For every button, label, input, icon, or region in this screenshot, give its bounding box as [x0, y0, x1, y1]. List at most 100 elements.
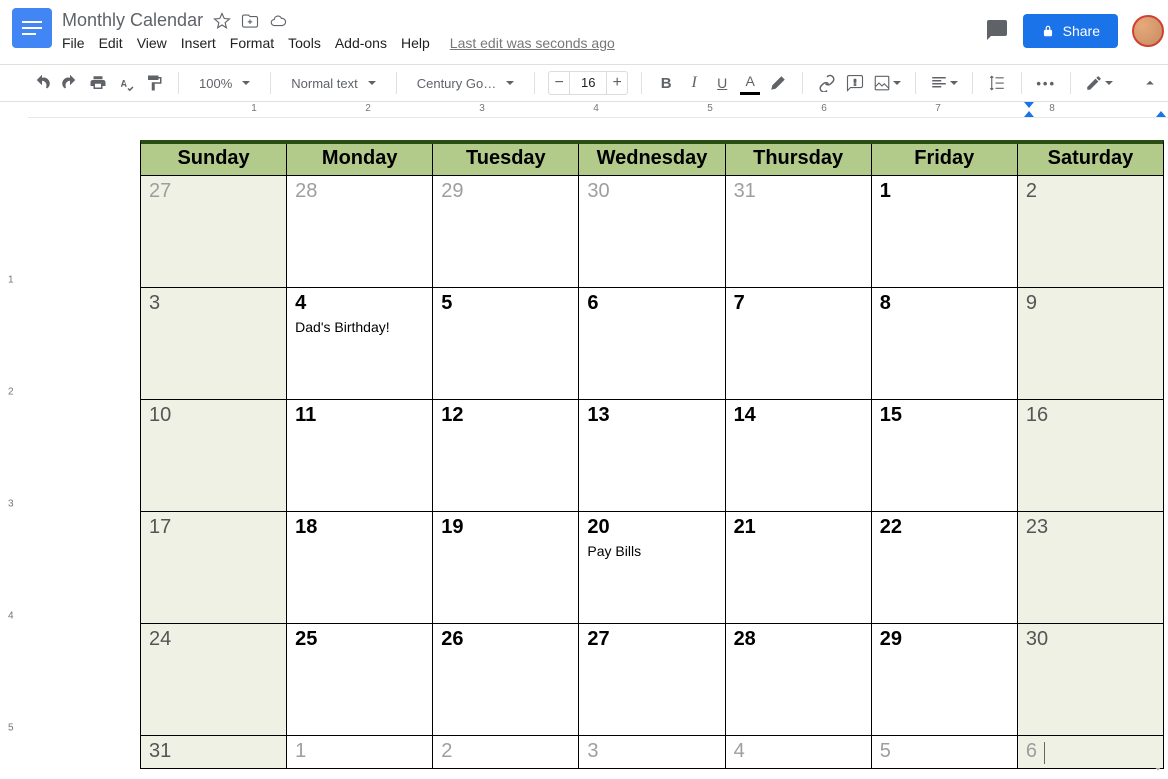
menu-file[interactable]: File — [62, 35, 85, 51]
calendar-cell[interactable]: 6 — [1018, 736, 1163, 768]
calendar-cell[interactable]: 6 — [579, 288, 725, 400]
calendar-cell[interactable]: 31 — [141, 736, 287, 768]
insert-image-button[interactable] — [871, 70, 903, 96]
chevron-down-icon[interactable] — [1150, 761, 1166, 777]
paragraph-style-select[interactable]: Normal text — [283, 76, 383, 91]
calendar-cell[interactable]: 30 — [1018, 624, 1163, 736]
font-size-decrease[interactable]: − — [548, 71, 570, 95]
calendar-cell[interactable]: 27 — [141, 176, 287, 288]
menu-format[interactable]: Format — [230, 35, 274, 51]
spellcheck-button[interactable] — [114, 70, 138, 96]
calendar-cell[interactable]: 10 — [141, 400, 287, 512]
calendar-cell[interactable]: 7 — [726, 288, 872, 400]
day-number: 13 — [587, 404, 716, 427]
calendar-cell[interactable]: 22 — [872, 512, 1018, 624]
calendar-cell[interactable]: 14 — [726, 400, 872, 512]
share-button[interactable]: Share — [1023, 14, 1118, 48]
calendar-cell[interactable]: 3 — [579, 736, 725, 768]
align-button[interactable] — [928, 70, 960, 96]
menu-help[interactable]: Help — [401, 35, 430, 51]
calendar-cell[interactable]: 4 — [726, 736, 872, 768]
calendar-cell[interactable]: 18 — [287, 512, 433, 624]
insert-comment-button[interactable] — [843, 70, 867, 96]
move-icon[interactable] — [241, 12, 259, 30]
day-number: 6 — [587, 292, 716, 315]
calendar-cell[interactable]: 5 — [872, 736, 1018, 768]
calendar-cell[interactable]: 25 — [287, 624, 433, 736]
highlight-color-button[interactable] — [766, 70, 790, 96]
calendar-cell[interactable]: 29 — [872, 624, 1018, 736]
font-size-value[interactable]: 16 — [570, 71, 606, 95]
calendar-cell[interactable]: 19 — [433, 512, 579, 624]
calendar-cell[interactable]: 3 — [141, 288, 287, 400]
menu-tools[interactable]: Tools — [288, 35, 321, 51]
document-surface[interactable]: SundayMondayTuesdayWednesdayThursdayFrid… — [28, 120, 1168, 779]
toolbar-collapse-button[interactable] — [1138, 70, 1162, 96]
print-button[interactable] — [86, 70, 110, 96]
menu-insert[interactable]: Insert — [181, 35, 216, 51]
calendar-cell[interactable]: 17 — [141, 512, 287, 624]
day-number: 2 — [441, 740, 570, 763]
calendar-cell[interactable]: 20Pay Bills — [579, 512, 725, 624]
calendar-cell[interactable]: 2 — [1018, 176, 1163, 288]
menu-addons[interactable]: Add-ons — [335, 35, 387, 51]
redo-button[interactable] — [58, 70, 82, 96]
calendar-cell[interactable]: 31 — [726, 176, 872, 288]
calendar-cell[interactable]: 1 — [872, 176, 1018, 288]
calendar-cell[interactable]: 28 — [726, 624, 872, 736]
calendar-cell[interactable]: 5 — [433, 288, 579, 400]
calendar-event[interactable]: Pay Bills — [587, 543, 716, 559]
star-icon[interactable] — [213, 12, 231, 30]
font-family-select[interactable]: Century Go… — [409, 76, 522, 91]
day-number: 15 — [880, 404, 1009, 427]
avatar[interactable] — [1132, 15, 1164, 47]
day-number: 24 — [149, 628, 278, 651]
calendar-cell[interactable]: 28 — [287, 176, 433, 288]
line-spacing-button[interactable] — [985, 70, 1009, 96]
underline-button[interactable]: U — [710, 70, 734, 96]
calendar-cell[interactable]: 9 — [1018, 288, 1163, 400]
calendar-cell[interactable]: 12 — [433, 400, 579, 512]
calendar-cell[interactable]: 13 — [579, 400, 725, 512]
calendar-cell[interactable]: 8 — [872, 288, 1018, 400]
vertical-ruler[interactable]: 12345 — [0, 120, 28, 779]
calendar-cell[interactable]: 4Dad's Birthday! — [287, 288, 433, 400]
cloud-status-icon[interactable] — [269, 12, 287, 30]
bold-button[interactable]: B — [654, 70, 678, 96]
calendar-cell[interactable]: 21 — [726, 512, 872, 624]
day-number: 2 — [1026, 180, 1155, 203]
text-color-button[interactable]: A — [738, 70, 762, 96]
more-toolbar-button[interactable]: ••• — [1034, 70, 1058, 96]
paint-format-button[interactable] — [142, 70, 166, 96]
horizontal-ruler[interactable]: 12345678 — [28, 102, 1168, 118]
editing-mode-button[interactable] — [1083, 70, 1115, 96]
weekday-header: Tuesday — [433, 144, 579, 176]
calendar-cell[interactable]: 26 — [433, 624, 579, 736]
calendar-cell[interactable]: 29 — [433, 176, 579, 288]
day-number: 1 — [295, 740, 424, 763]
insert-link-button[interactable] — [815, 70, 839, 96]
menu-view[interactable]: View — [137, 35, 167, 51]
day-number: 4 — [734, 740, 863, 763]
undo-button[interactable] — [30, 70, 54, 96]
font-size-increase[interactable]: + — [606, 71, 628, 95]
calendar-cell[interactable]: 1 — [287, 736, 433, 768]
calendar-cell[interactable]: 11 — [287, 400, 433, 512]
italic-button[interactable]: I — [682, 70, 706, 96]
last-edit-status[interactable]: Last edit was seconds ago — [450, 35, 615, 51]
calendar-event[interactable]: Dad's Birthday! — [295, 319, 424, 335]
calendar-cell[interactable]: 27 — [579, 624, 725, 736]
calendar-table[interactable]: SundayMondayTuesdayWednesdayThursdayFrid… — [140, 140, 1164, 769]
day-number: 30 — [587, 180, 716, 203]
comments-icon[interactable] — [985, 18, 1009, 45]
calendar-cell[interactable]: 16 — [1018, 400, 1163, 512]
zoom-select[interactable]: 100% — [191, 76, 258, 91]
calendar-cell[interactable]: 2 — [433, 736, 579, 768]
menu-edit[interactable]: Edit — [99, 35, 123, 51]
calendar-cell[interactable]: 24 — [141, 624, 287, 736]
calendar-cell[interactable]: 15 — [872, 400, 1018, 512]
calendar-cell[interactable]: 23 — [1018, 512, 1163, 624]
calendar-cell[interactable]: 30 — [579, 176, 725, 288]
docs-logo[interactable] — [12, 8, 52, 48]
doc-title[interactable]: Monthly Calendar — [62, 10, 203, 31]
